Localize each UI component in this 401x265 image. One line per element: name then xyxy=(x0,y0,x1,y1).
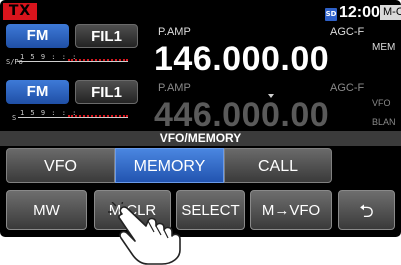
frequency-sub[interactable]: 446.000.00 xyxy=(154,96,329,135)
agc-label-main: AGC-F xyxy=(330,26,365,38)
sd-card-icon: SD xyxy=(325,8,337,21)
meter-label-sub: S xyxy=(12,114,17,122)
vfo-tag: VFO xyxy=(372,98,391,108)
pointing-hand-icon xyxy=(108,202,181,265)
filter-button-main[interactable]: FIL1 xyxy=(75,24,138,48)
return-icon: ⮌ xyxy=(359,201,374,221)
mw-button[interactable]: MW xyxy=(6,190,87,230)
mem-tag: MEM xyxy=(372,42,396,53)
agc-label-sub: AGC-F xyxy=(330,82,365,94)
mode-button-main[interactable]: FM xyxy=(6,24,69,48)
call-button[interactable]: CALL xyxy=(224,148,332,183)
tx-indicator: TX xyxy=(3,3,37,20)
vfo-button[interactable]: VFO xyxy=(6,148,115,183)
blank-tag: BLAN xyxy=(372,117,396,127)
frequency-main[interactable]: 146.000.00 xyxy=(154,40,329,79)
s-meter-main: S/Po 1 5 9 : : : xyxy=(6,53,138,67)
clock: 12:00 xyxy=(339,4,380,21)
memory-button[interactable]: MEMORY xyxy=(115,148,224,183)
mode-tag: M-CH xyxy=(380,5,401,20)
preamp-label-sub: P.AMP xyxy=(158,82,191,94)
radio-touchscreen: TX SD 12:00 M-CH FM FIL1 P.AMP AGC-F MEM… xyxy=(0,0,401,237)
s-meter-sub: S 1 5 9 : : : xyxy=(6,109,138,123)
filter-button-sub[interactable]: FIL1 xyxy=(75,80,138,104)
preamp-label-main: P.AMP xyxy=(158,26,191,38)
menu-title: VFO/MEMORY xyxy=(0,131,401,146)
m-to-vfo-button[interactable]: M→VFO xyxy=(250,190,332,230)
back-button[interactable]: ⮌ xyxy=(338,190,395,230)
mode-button-sub[interactable]: FM xyxy=(6,80,69,104)
